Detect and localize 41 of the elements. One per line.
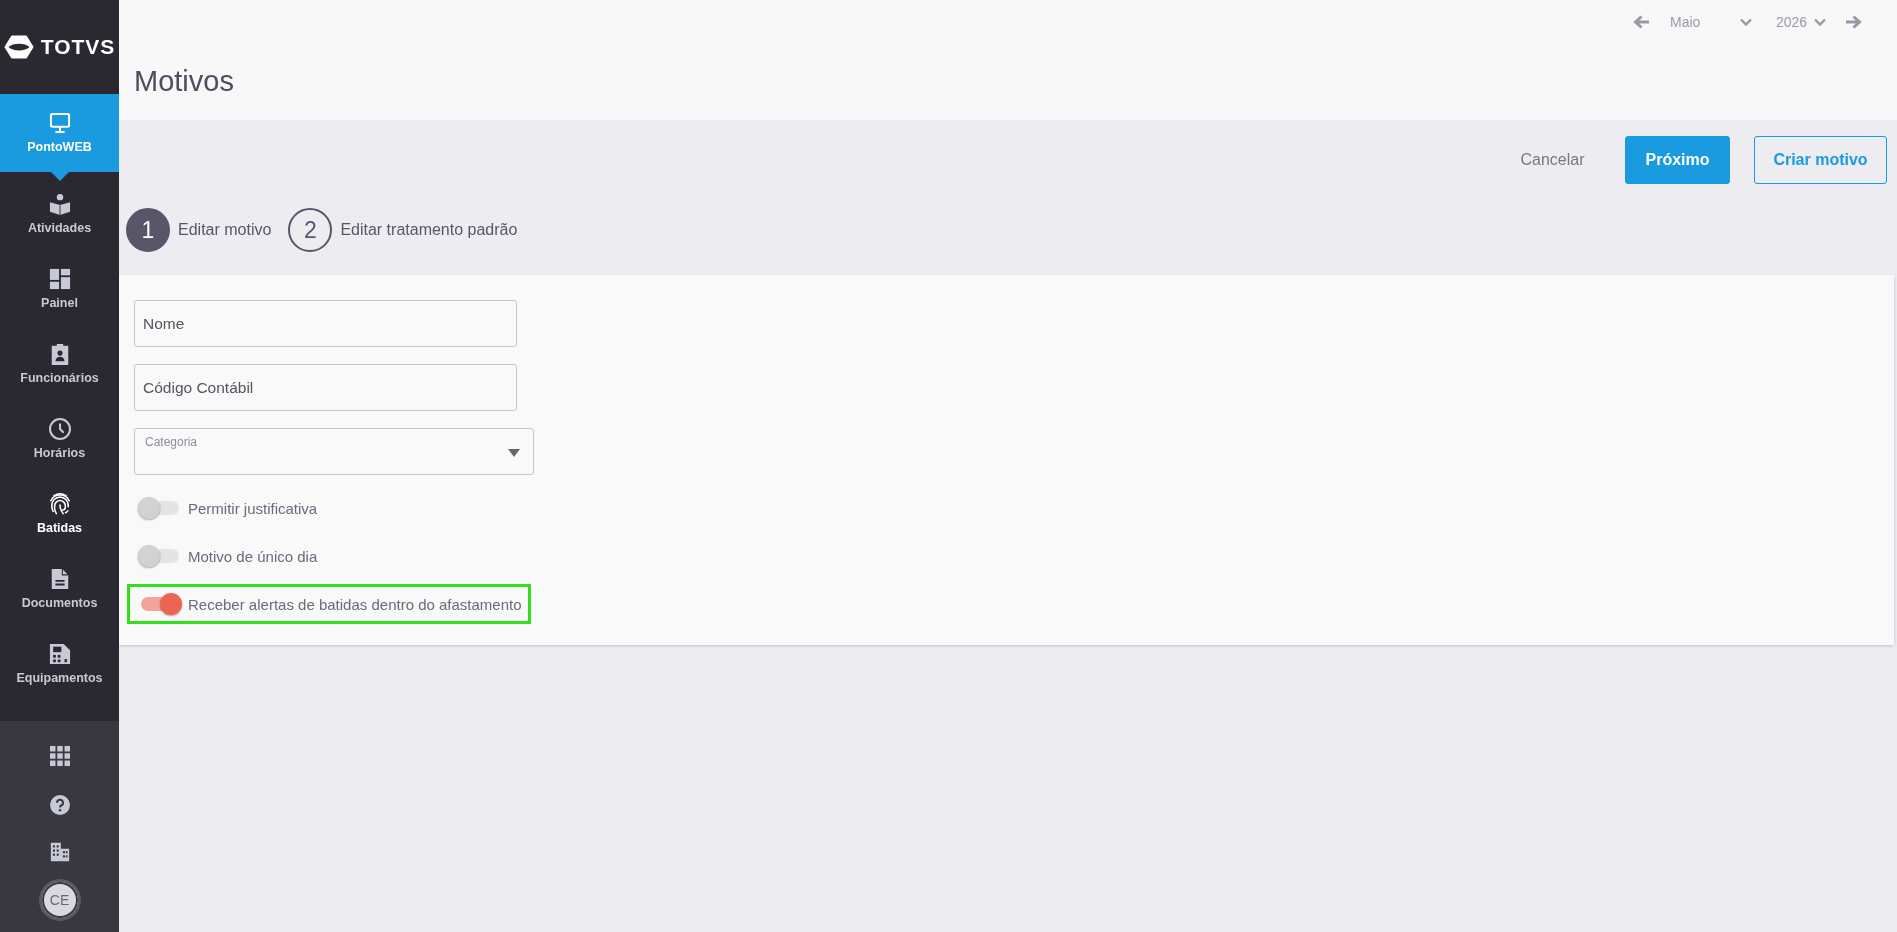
caret-icon <box>508 449 520 457</box>
step-label: Editar tratamento padrão <box>340 221 518 239</box>
sidebar-item[interactable]: Horários <box>0 402 119 477</box>
sidebar-item[interactable]: Documentos <box>0 552 119 627</box>
sidebar-item[interactable]: Equipamentos <box>0 627 119 702</box>
year-select[interactable]: 2026 <box>1772 12 1828 32</box>
step-number: 2 <box>288 208 333 252</box>
step-number: 1 <box>126 208 170 252</box>
help-icon[interactable] <box>49 795 70 815</box>
chevron-down-icon <box>1740 17 1752 27</box>
fingerprint-icon <box>48 493 71 515</box>
cancel-button[interactable]: Cancelar <box>1500 136 1605 184</box>
page-title: Motivos <box>134 64 235 99</box>
next-button[interactable]: Próximo <box>1625 136 1730 184</box>
user-avatar[interactable]: CE <box>38 879 81 921</box>
arrow-left-icon[interactable] <box>1633 15 1649 29</box>
sidebar-item[interactable]: Atividades <box>0 177 119 252</box>
reader-icon <box>48 193 71 215</box>
chevron-down-icon <box>1814 17 1826 27</box>
apps-grid-icon[interactable] <box>49 746 70 766</box>
create-button[interactable]: Criar motivo <box>1754 136 1887 184</box>
sidebar-item[interactable]: Painel <box>0 252 119 327</box>
dashboard-icon <box>48 268 71 290</box>
step-label: Editar motivo <box>178 221 272 239</box>
toggle-label: Permitir justificativa <box>188 499 318 517</box>
toggle-label: Motivo de único dia <box>188 547 318 565</box>
toggle-label: Receber alertas de batidas dentro do afastamento <box>188 595 522 613</box>
logo-icon <box>3 35 34 59</box>
logo-text: TOTVS <box>40 35 116 59</box>
sidebar-item[interactable]: Batidas <box>0 477 119 552</box>
monitor-icon <box>48 111 71 134</box>
sidebar-item[interactable]: PontoWEB <box>0 94 119 172</box>
category-select[interactable]: Categoria <box>134 428 534 475</box>
clock-icon <box>48 418 71 440</box>
arrow-right-icon[interactable] <box>1846 15 1862 29</box>
building-icon[interactable] <box>49 842 70 862</box>
month-select[interactable]: Maio <box>1664 12 1754 32</box>
pointer-icon <box>50 172 69 181</box>
text-field[interactable]: Código Contábil <box>134 364 517 411</box>
sidebar-item[interactable]: Funcionários <box>0 327 119 402</box>
text-field[interactable]: Nome <box>134 300 517 347</box>
